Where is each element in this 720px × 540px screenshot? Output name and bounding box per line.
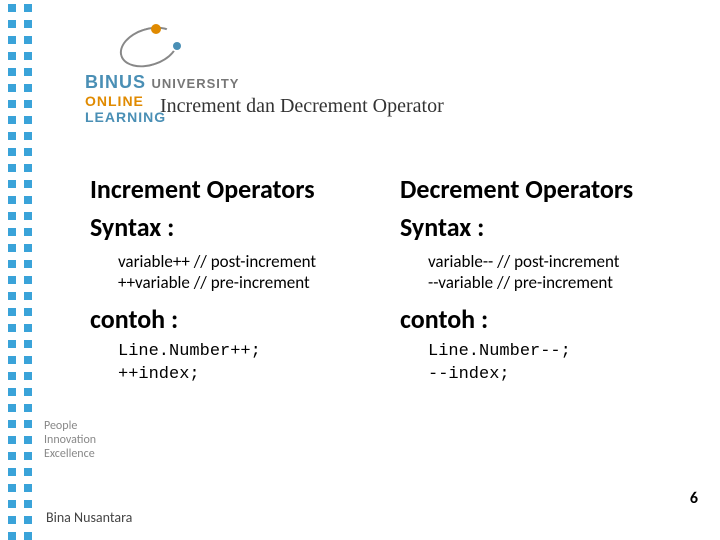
tagline-innovation: Innovation <box>44 434 96 448</box>
decrement-example-2: --index; <box>428 365 510 384</box>
decrement-syntax-label: Syntax : <box>400 213 690 243</box>
decrement-syntax-post: variable-- // post-increment <box>428 251 690 272</box>
decrement-heading: Decrement Operators <box>400 175 690 205</box>
tagline-excellence: Excellence <box>44 448 96 462</box>
footer-text: Bina Nusantara <box>46 509 132 526</box>
tagline: People Innovation Excellence <box>44 420 96 461</box>
increment-example-2: ++index; <box>118 365 200 384</box>
tagline-people: People <box>44 420 96 434</box>
logo-swoosh-icon <box>115 20 185 70</box>
decrement-example-1: Line.Number--; <box>428 342 571 361</box>
column-decrement: Decrement Operators Syntax : variable-- … <box>400 175 690 387</box>
decorative-strip <box>0 0 36 540</box>
logo-name-bold: BINUS <box>85 72 146 92</box>
increment-syntax-pre: ++variable // pre-increment <box>118 272 380 293</box>
increment-syntax-post: variable++ // post-increment <box>118 251 380 272</box>
slide-title: Increment dan Decrement Operator <box>160 95 444 118</box>
column-increment: Increment Operators Syntax : variable++ … <box>90 175 380 387</box>
increment-heading: Increment Operators <box>90 175 380 205</box>
increment-syntax-label: Syntax : <box>90 213 380 243</box>
decrement-example-label: contoh : <box>400 303 690 335</box>
decrement-syntax-pre: --variable // pre-increment <box>428 272 690 293</box>
content-area: Increment Operators Syntax : variable++ … <box>90 175 690 387</box>
page-number: 6 <box>690 489 698 508</box>
increment-example-1: Line.Number++; <box>118 342 261 361</box>
logo-name-rest: UNIVERSITY <box>151 76 239 91</box>
increment-example-label: contoh : <box>90 303 380 335</box>
